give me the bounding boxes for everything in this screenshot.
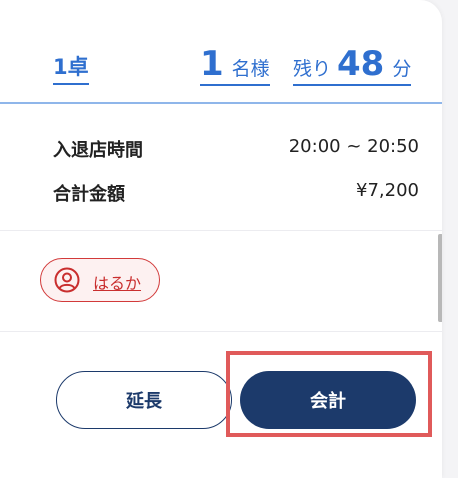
guest-count-unit: 名様	[231, 58, 270, 80]
cast-chip[interactable]: はるか	[40, 258, 160, 302]
checkout-button[interactable]: 会計	[240, 371, 416, 429]
cast-list: はるか	[0, 231, 442, 331]
remaining-time-link[interactable]: 残り 48 分	[293, 44, 412, 86]
extend-button[interactable]: 延長	[56, 371, 232, 429]
visit-time-label: 入退店時間	[53, 140, 143, 161]
total-amount-label: 合計金額	[53, 184, 125, 205]
user-circle-icon	[54, 267, 80, 293]
total-amount-value: ¥7,200	[356, 180, 419, 201]
visit-time-row: 入退店時間 20:00 ~ 20:50	[53, 136, 419, 166]
guest-count-link[interactable]: 1 名様	[200, 46, 270, 86]
divider	[0, 331, 442, 332]
table-number-link[interactable]: 1卓	[53, 55, 89, 85]
visit-time-value: 20:00 ~ 20:50	[288, 136, 419, 157]
table-session-card: 1卓 1 名様 残り 48 分 入退店時間 20:00 ~ 20:50 合計金額 ¥7…	[0, 0, 442, 478]
remaining-time-unit: 分	[392, 58, 412, 80]
total-amount-row: 合計金額 ¥7,200	[53, 180, 419, 210]
guest-count-value: 1	[200, 44, 224, 84]
remaining-time-prefix: 残り	[293, 58, 332, 80]
session-header: 1卓 1 名様 残り 48 分	[0, 0, 442, 104]
remaining-time-value: 48	[337, 44, 385, 84]
cast-name: はるか	[93, 274, 142, 293]
scrollbar[interactable]	[438, 234, 442, 322]
